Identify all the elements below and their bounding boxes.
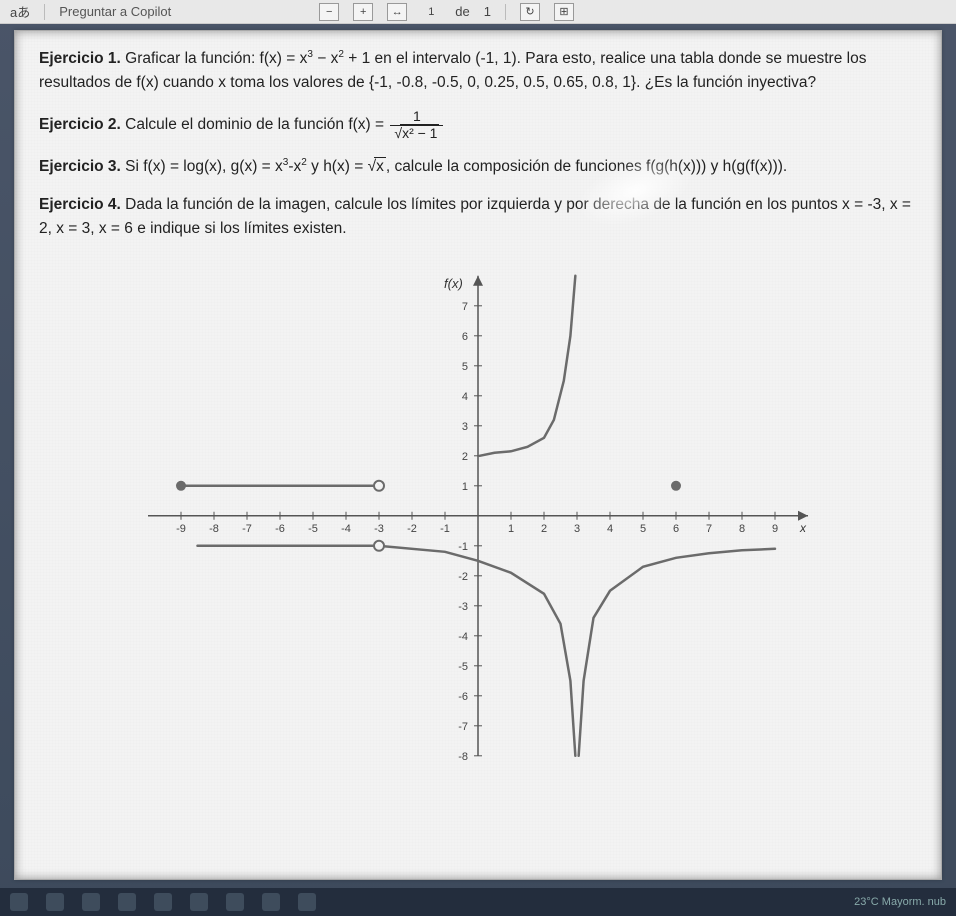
svg-text:-7: -7	[458, 721, 468, 733]
sqrt-icon: x² − 1	[394, 126, 439, 141]
weather-widget[interactable]: 23°C Mayorm. nub	[854, 896, 946, 908]
svg-text:-5: -5	[308, 523, 318, 535]
taskbar-app-icon[interactable]	[190, 893, 208, 911]
svg-text:6: 6	[462, 331, 468, 343]
fit-width-icon[interactable]: ↔	[387, 3, 407, 21]
svg-text:5: 5	[462, 361, 468, 373]
exercise-4-title: Ejercicio 4.	[39, 196, 121, 213]
os-taskbar[interactable]: 23°C Mayorm. nub	[0, 888, 956, 916]
taskbar-start-icon[interactable]	[10, 893, 28, 911]
svg-text:-6: -6	[458, 691, 468, 703]
svg-text:-3: -3	[458, 601, 468, 613]
rotate-icon[interactable]: ↻	[520, 3, 540, 21]
taskbar-app-icon[interactable]	[82, 893, 100, 911]
svg-text:2: 2	[462, 451, 468, 463]
document-page: Ejercicio 1. Graficar la función: f(x) =…	[14, 30, 942, 880]
svg-text:-2: -2	[458, 571, 468, 583]
exercise-1-title: Ejercicio 1.	[39, 50, 121, 67]
page-current: 1	[421, 3, 441, 21]
taskbar-app-icon[interactable]	[226, 893, 244, 911]
taskbar-app-icon[interactable]	[262, 893, 280, 911]
sqrt-icon: x	[368, 155, 386, 179]
zoom-out-button[interactable]: −	[319, 3, 339, 21]
exercise-3: Ejercicio 3. Si f(x) = log(x), g(x) = x3…	[39, 155, 917, 179]
svg-text:-5: -5	[458, 661, 468, 673]
graph-svg: -9 -8 -7 -6 -5 -4 -3 -2 -1 1 2 3 4 5 6 7 8 9 -8 -7 -6 -5 -4 -3 -…	[118, 261, 838, 781]
exercise-2: Ejercicio 2. Calcule el dominio de la fu…	[39, 109, 917, 141]
svg-text:-8: -8	[209, 523, 219, 535]
taskbar-app-icon[interactable]	[46, 893, 64, 911]
app-toolbar: aあ Preguntar a Copilot − + ↔ 1 de 1 ↻ ⊞	[0, 0, 956, 24]
exercise-4: Ejercicio 4. Dada la función de la image…	[39, 193, 917, 241]
function-graph: -9 -8 -7 -6 -5 -4 -3 -2 -1 1 2 3 4 5 6 7 8 9 -8 -7 -6 -5 -4 -3 -…	[118, 261, 838, 781]
copilot-button[interactable]: Preguntar a Copilot	[59, 4, 171, 19]
divider	[44, 4, 45, 20]
svg-text:-1: -1	[440, 523, 450, 535]
svg-text:4: 4	[607, 523, 613, 535]
svg-text:-9: -9	[176, 523, 186, 535]
svg-text:4: 4	[462, 391, 468, 403]
taskbar-app-icon[interactable]	[118, 893, 136, 911]
fraction: 1 x² − 1	[390, 109, 443, 141]
language-icon[interactable]: aあ	[10, 2, 30, 21]
svg-text:7: 7	[706, 523, 712, 535]
svg-text:-8: -8	[458, 751, 468, 763]
svg-text:-2: -2	[407, 523, 417, 535]
svg-text:9: 9	[772, 523, 778, 535]
svg-text:1: 1	[508, 523, 514, 535]
exercise-3-title: Ejercicio 3.	[39, 158, 121, 175]
taskbar-app-icon[interactable]	[298, 893, 316, 911]
svg-text:7: 7	[462, 301, 468, 313]
layout-icon[interactable]: ⊞	[554, 3, 574, 21]
svg-text:-3: -3	[374, 523, 384, 535]
svg-text:-7: -7	[242, 523, 252, 535]
exercise-2-title: Ejercicio 2.	[39, 116, 121, 133]
svg-text:3: 3	[462, 421, 468, 433]
svg-text:3: 3	[574, 523, 580, 535]
taskbar-icons	[10, 893, 316, 911]
page-total: 1	[484, 4, 491, 19]
svg-text:-4: -4	[341, 523, 351, 535]
zoom-in-button[interactable]: +	[353, 3, 373, 21]
svg-text:2: 2	[541, 523, 547, 535]
page-of-label: de	[455, 4, 469, 19]
svg-text:8: 8	[739, 523, 745, 535]
svg-text:1: 1	[462, 481, 468, 493]
svg-text:-4: -4	[458, 631, 468, 643]
svg-text:-1: -1	[458, 541, 468, 553]
svg-text:5: 5	[640, 523, 646, 535]
page-viewport: Ejercicio 1. Graficar la función: f(x) =…	[0, 24, 956, 880]
exercise-1: Ejercicio 1. Graficar la función: f(x) =…	[39, 47, 917, 95]
svg-text:6: 6	[673, 523, 679, 535]
taskbar-app-icon[interactable]	[154, 893, 172, 911]
divider	[505, 4, 506, 20]
svg-text:x: x	[799, 521, 807, 535]
svg-text:-6: -6	[275, 523, 285, 535]
svg-text:f(x): f(x)	[444, 276, 463, 291]
